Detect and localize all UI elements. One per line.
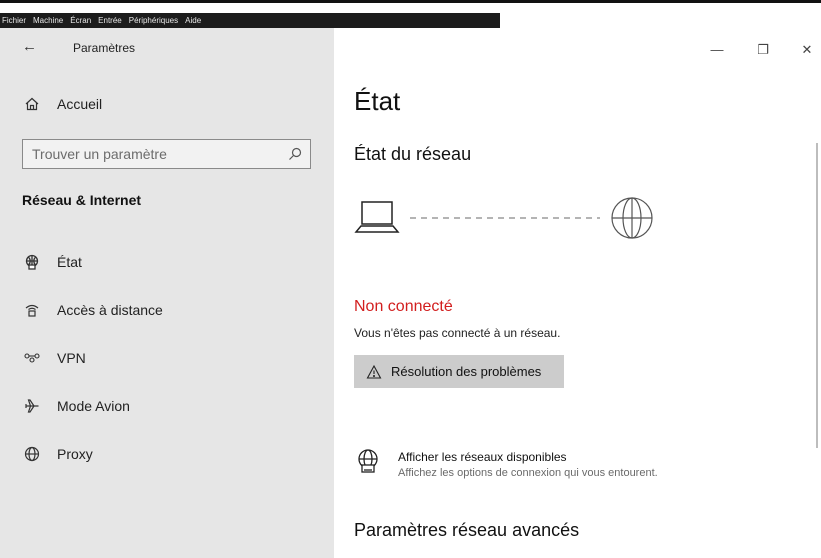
show-networks-description: Affichez les options de connexion qui vo… [398, 467, 658, 479]
sidebar-item-label: Accès à distance [57, 302, 163, 318]
close-button[interactable]: ✕ [796, 42, 818, 58]
troubleshoot-button[interactable]: Résolution des problèmes [354, 355, 564, 388]
vpn-icon [23, 349, 41, 367]
network-diagram [354, 197, 653, 239]
vm-menu-machine[interactable]: Machine [33, 13, 63, 28]
sidebar-item-airplane[interactable]: Mode Avion [0, 390, 334, 422]
app-title: Paramètres [73, 41, 136, 55]
sidebar-item-home[interactable]: Accueil [0, 88, 334, 120]
settings-content: — ❐ ✕ État État du réseau Non connecté V… [334, 28, 821, 558]
show-networks-link[interactable]: Afficher les réseaux disponibles Affiche… [354, 446, 774, 486]
search-input[interactable] [23, 140, 273, 168]
vm-menu-peripheriques[interactable]: Périphériques [129, 13, 178, 28]
sidebar-item-vpn[interactable]: VPN [0, 342, 334, 374]
sidebar-item-dialup[interactable]: Accès à distance [0, 294, 334, 326]
vm-menu-bar: Fichier Machine Écran Entrée Périphériqu… [0, 13, 500, 28]
sidebar-item-etat[interactable]: État [0, 246, 334, 278]
scrollbar[interactable] [816, 143, 818, 448]
frame-top-border [0, 0, 821, 3]
sidebar-item-label: État [57, 254, 82, 270]
internet-globe-icon [611, 197, 653, 239]
connection-status-description: Vous n'êtes pas connecté à un réseau. [354, 326, 561, 340]
minimize-button[interactable]: — [706, 42, 728, 58]
airplane-icon [23, 397, 41, 415]
network-status-icon [23, 253, 41, 271]
vm-menu-fichier[interactable]: Fichier [2, 13, 26, 28]
advanced-network-settings-heading: Paramètres réseau avancés [354, 520, 580, 540]
connection-status: Non connecté [354, 298, 453, 315]
sidebar-item-label: Mode Avion [57, 398, 130, 414]
page-title: État [354, 86, 401, 116]
laptop-icon [354, 201, 400, 233]
sidebar-titlebar: ← Paramètres [0, 28, 334, 68]
sidebar-item-label: Proxy [57, 446, 93, 462]
back-button[interactable]: ← [22, 38, 42, 56]
search-icon[interactable] [288, 147, 302, 161]
sidebar-item-proxy[interactable]: Proxy [0, 438, 334, 470]
maximize-button[interactable]: ❐ [752, 42, 774, 58]
sidebar-item-label: VPN [57, 350, 86, 366]
vm-menu-entree[interactable]: Entrée [98, 13, 122, 28]
show-networks-title: Afficher les réseaux disponibles [398, 450, 567, 464]
troubleshoot-label: Résolution des problèmes [391, 364, 542, 379]
dialup-icon [23, 301, 41, 319]
globe-icon [23, 445, 41, 463]
home-icon [23, 95, 41, 113]
available-networks-icon [356, 448, 380, 476]
vm-menu-ecran[interactable]: Écran [70, 13, 91, 28]
search-field[interactable] [22, 139, 311, 169]
warning-icon [366, 364, 382, 380]
settings-sidebar: ← Paramètres Accueil Réseau & Internet É… [0, 28, 334, 558]
vm-menu-aide[interactable]: Aide [185, 13, 201, 28]
sidebar-item-label: Accueil [57, 96, 103, 112]
sidebar-section-title: Réseau & Internet [22, 192, 142, 208]
network-status-heading: État du réseau [354, 144, 472, 164]
